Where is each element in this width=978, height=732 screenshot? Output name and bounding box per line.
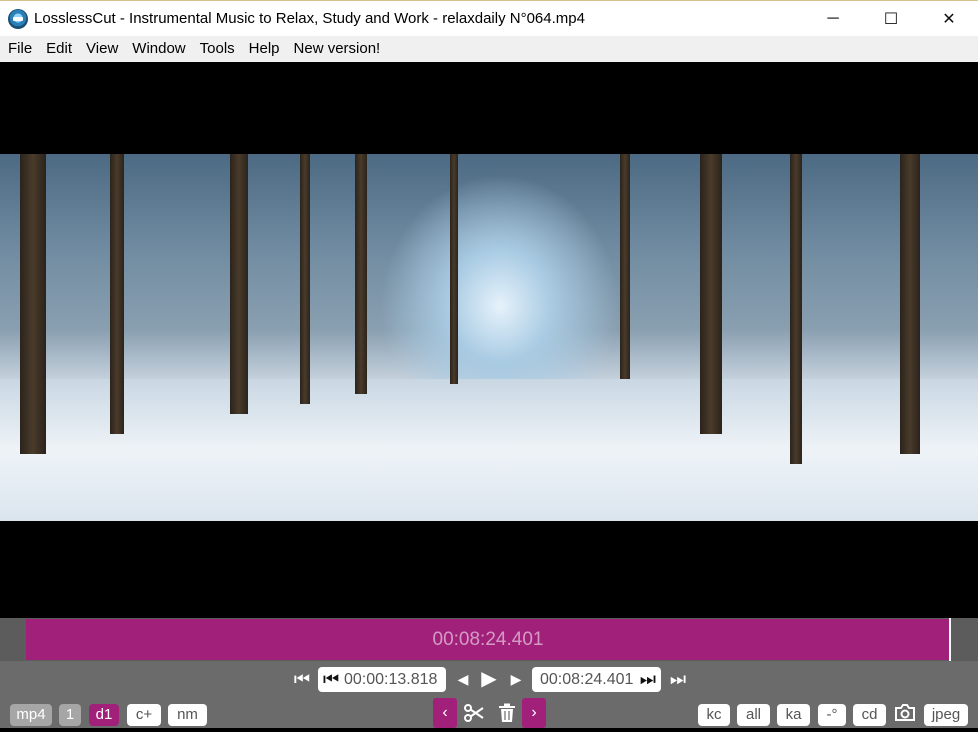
window-title: LosslessCut - Instrumental Music to Rela… <box>34 10 585 27</box>
jump-to-start-icon[interactable]: ⏮ <box>291 664 313 694</box>
scissors-icon[interactable] <box>461 699 487 732</box>
controls-bar: ⏮ ⏮ 00:00:13.818 ◀ ▶ ▶ 00:08:24.401 ⏭ ⏭ … <box>0 661 978 728</box>
prev-segment-button[interactable]: ‹ <box>433 698 457 728</box>
set-start-icon[interactable]: ⏮ <box>323 667 339 692</box>
tree-trunk <box>20 154 46 454</box>
stream-count-button[interactable]: 1 <box>59 704 81 726</box>
menu-new-version[interactable]: New version! <box>287 36 388 62</box>
menu-help[interactable]: Help <box>242 36 287 62</box>
timeline[interactable]: 00:08:24.401 <box>0 618 978 661</box>
start-time-value: 00:00:13.818 <box>344 671 438 688</box>
start-time-field[interactable]: ⏮ 00:00:13.818 <box>318 667 446 692</box>
timeline-current-time: 00:08:24.401 <box>432 628 544 650</box>
next-segment-button[interactable]: › <box>522 698 546 728</box>
tree-trunk <box>300 154 310 404</box>
cut-mode-button[interactable]: c+ <box>127 704 161 726</box>
play-icon[interactable]: ▶ <box>477 664 501 694</box>
app-icon <box>8 8 28 29</box>
menu-window[interactable]: Window <box>125 36 192 62</box>
screenshot-format-button[interactable]: jpeg <box>924 704 968 726</box>
keep-audio-button[interactable]: ka <box>777 704 810 726</box>
menu-bar: File Edit View Window Tools Help New ver… <box>0 36 978 62</box>
maximize-button[interactable]: ☐ <box>862 1 920 37</box>
end-time-field[interactable]: 00:08:24.401 ⏭ <box>532 667 661 692</box>
tree-trunk <box>355 154 367 394</box>
frame-sky <box>380 174 620 394</box>
jump-to-end-icon[interactable]: ⏭ <box>667 664 689 694</box>
timeline-segment[interactable]: 00:08:24.401 <box>26 619 950 660</box>
minimize-button[interactable]: ─ <box>804 1 862 37</box>
name-mode-button[interactable]: nm <box>168 704 207 726</box>
tree-trunk <box>790 154 802 464</box>
duration-mode-button[interactable]: d1 <box>89 704 119 726</box>
tree-trunk <box>230 154 248 414</box>
cut-dir-button[interactable]: cd <box>853 704 886 726</box>
frame-snow <box>0 379 978 521</box>
set-end-icon[interactable]: ⏭ <box>640 667 656 692</box>
playhead[interactable] <box>949 618 951 661</box>
rotation-button[interactable]: -° <box>818 704 846 726</box>
close-button[interactable]: ✕ <box>920 1 978 37</box>
video-player[interactable] <box>0 62 978 618</box>
keyframe-cut-button[interactable]: kc <box>698 704 730 726</box>
prev-frame-icon[interactable]: ◀ <box>454 664 472 694</box>
playback-row: ⏮ ⏮ 00:00:13.818 ◀ ▶ ▶ 00:08:24.401 ⏭ ⏭ <box>0 664 978 694</box>
menu-tools[interactable]: Tools <box>193 36 242 62</box>
video-frame <box>0 154 978 521</box>
next-frame-icon[interactable]: ▶ <box>507 664 525 694</box>
tree-trunk <box>110 154 124 434</box>
tree-trunk <box>700 154 722 434</box>
end-time-value: 00:08:24.401 <box>540 671 634 688</box>
all-streams-button[interactable]: all <box>737 704 770 726</box>
camera-icon[interactable] <box>892 699 918 730</box>
trash-icon[interactable] <box>496 699 518 731</box>
title-bar: LosslessCut - Instrumental Music to Rela… <box>0 0 978 36</box>
tree-trunk <box>450 154 458 384</box>
menu-edit[interactable]: Edit <box>39 36 79 62</box>
tree-trunk <box>900 154 920 454</box>
menu-view[interactable]: View <box>79 36 125 62</box>
tree-trunk <box>620 154 630 379</box>
menu-file[interactable]: File <box>1 36 39 62</box>
format-button[interactable]: mp4 <box>10 704 52 726</box>
